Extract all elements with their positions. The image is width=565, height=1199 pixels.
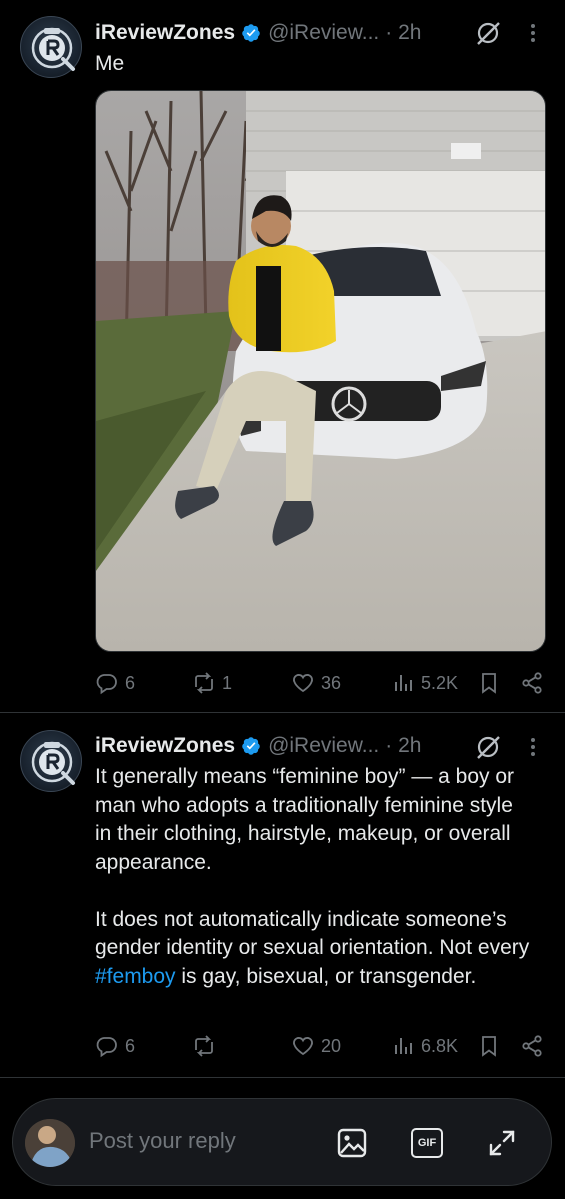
expand-icon[interactable] <box>485 1126 519 1160</box>
reply-button[interactable]: 6 <box>95 1031 135 1061</box>
image-icon[interactable] <box>335 1126 369 1160</box>
verified-badge-icon <box>242 737 260 755</box>
reply-icon <box>96 1037 117 1058</box>
avatar[interactable] <box>20 16 82 78</box>
bookmark-icon <box>482 1036 496 1057</box>
share-button[interactable] <box>520 1031 544 1061</box>
share-icon <box>522 672 542 694</box>
reply-icon <box>96 674 117 695</box>
like-button[interactable]: 20 <box>291 1031 341 1061</box>
tweet-photo[interactable] <box>95 90 546 652</box>
reply-input[interactable]: Post your reply <box>89 1128 236 1154</box>
heart-icon <box>293 674 313 693</box>
bookmark-icon <box>482 673 496 694</box>
grok-icon[interactable] <box>474 733 502 761</box>
grok-icon[interactable] <box>474 19 502 47</box>
gif-button[interactable]: GIF <box>411 1128 443 1158</box>
tweet-paragraph-1: It generally means “feminine boy” — a bo… <box>95 765 515 874</box>
more-options-icon[interactable] <box>526 733 540 761</box>
tweet-actions: 6 20 6.8K <box>95 1031 545 1061</box>
hashtag-link[interactable]: #femboy <box>95 965 176 988</box>
tweet-header: iReviewZones @iReview... · 2h <box>95 731 421 761</box>
verified-badge-icon <box>242 24 260 42</box>
display-name[interactable]: iReviewZones <box>95 734 235 758</box>
retweet-button[interactable]: 1 <box>192 668 232 698</box>
views-button[interactable]: 5.2K <box>391 668 458 698</box>
tweet-2[interactable]: iReviewZones @iReview... · 2h It general… <box>0 713 565 1077</box>
reply-button[interactable]: 6 <box>95 668 135 698</box>
logo-icon <box>31 27 75 71</box>
share-button[interactable] <box>520 668 544 698</box>
handle[interactable]: @iReview... <box>268 21 379 45</box>
photo-man-with-car <box>96 91 545 651</box>
heart-icon <box>293 1037 313 1056</box>
tweet-paragraph-2: It does not automatically indicate someo… <box>95 907 530 988</box>
timestamp[interactable]: · 2h <box>385 734 421 758</box>
timestamp[interactable]: · 2h <box>385 21 421 45</box>
handle[interactable]: @iReview... <box>268 734 379 758</box>
bookmark-button[interactable] <box>477 668 501 698</box>
logo-icon <box>31 741 75 785</box>
display-name[interactable]: iReviewZones <box>95 21 235 45</box>
avatar[interactable] <box>20 730 82 792</box>
share-icon <box>522 1035 542 1057</box>
user-avatar[interactable] <box>25 1119 75 1167</box>
bookmark-button[interactable] <box>477 1031 501 1061</box>
divider <box>0 1077 565 1078</box>
reply-composer[interactable]: Post your reply GIF <box>12 1098 552 1186</box>
gif-label: GIF <box>417 1137 437 1149</box>
analytics-icon <box>395 675 412 691</box>
like-button[interactable]: 36 <box>291 668 341 698</box>
analytics-icon <box>395 1038 412 1054</box>
retweet-icon <box>195 672 213 694</box>
user-avatar-image <box>25 1119 75 1167</box>
tweet-actions: 6 1 36 5.2K <box>95 668 545 698</box>
tweet-header: iReviewZones @iReview... · 2h <box>95 18 421 48</box>
tweet-1[interactable]: iReviewZones @iReview... · 2h Me 6 1 36 … <box>0 0 565 712</box>
retweet-button[interactable] <box>192 1031 216 1061</box>
retweet-icon <box>195 1035 213 1057</box>
tweet-text: Me <box>95 52 125 75</box>
views-button[interactable]: 6.8K <box>391 1031 458 1061</box>
more-options-icon[interactable] <box>526 19 540 47</box>
tweet-text: It generally means “feminine boy” — a bo… <box>95 763 535 991</box>
